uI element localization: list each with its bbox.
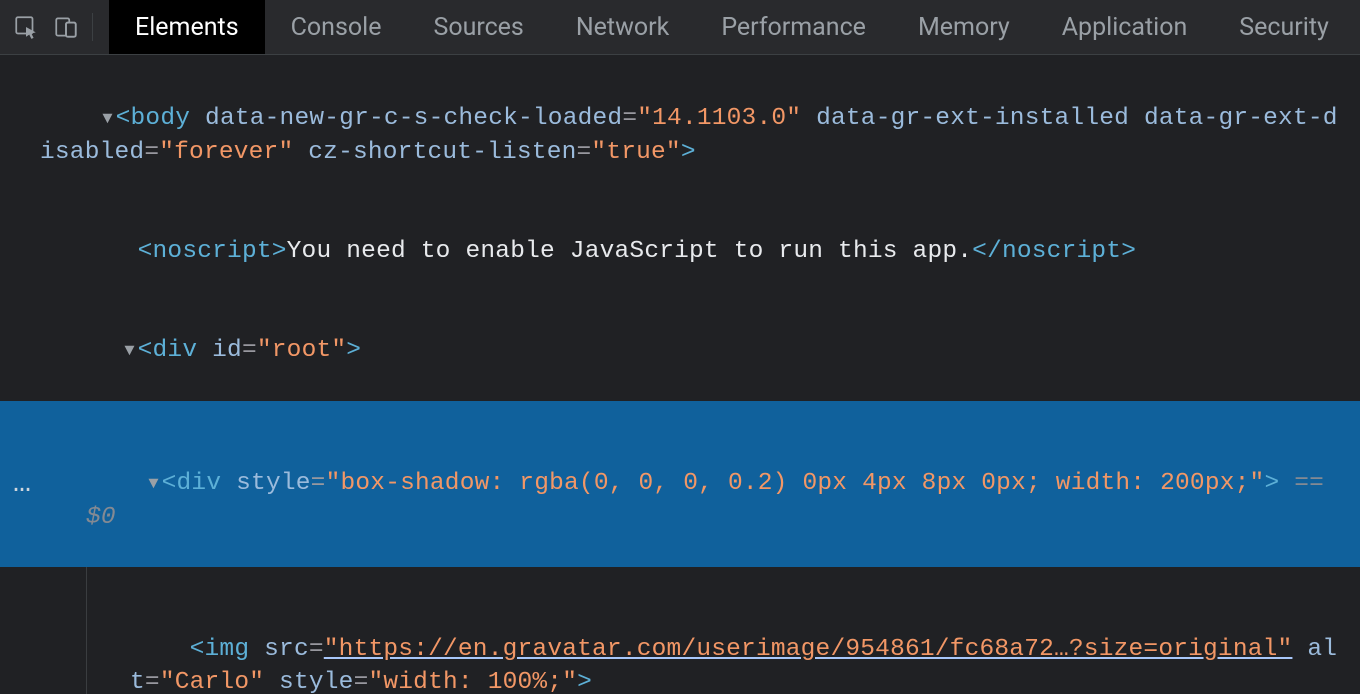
tab-label: Performance — [721, 13, 866, 42]
tab-label: Application — [1062, 13, 1188, 42]
tab-sources[interactable]: Sources — [407, 0, 549, 54]
tag-open: <body — [116, 105, 191, 132]
tab-label: Elements — [135, 13, 239, 42]
toolbar-separator — [92, 13, 93, 41]
dom-node-noscript[interactable]: <noscript>You need to enable JavaScript … — [0, 202, 1360, 301]
dom-node-root-div[interactable]: ▼<div id="root"> — [0, 301, 1360, 401]
tab-label: Network — [576, 13, 669, 42]
tab-label: Sources — [433, 13, 523, 42]
tab-label: Memory — [918, 13, 1010, 42]
chevron-down-icon: ▼ — [100, 103, 116, 136]
dom-node-body[interactable]: ▼<body data-new-gr-c-s-check-loaded="14.… — [0, 69, 1360, 202]
tab-application[interactable]: Application — [1036, 0, 1214, 54]
tab-performance[interactable]: Performance — [695, 0, 892, 54]
dom-node-selected[interactable]: … ▼<div style="box-shadow: rgba(0, 0, 0,… — [0, 401, 1360, 567]
tab-console[interactable]: Console — [265, 0, 408, 54]
chevron-down-icon: ▼ — [122, 335, 138, 368]
tab-memory[interactable]: Memory — [892, 0, 1036, 54]
device-toolbar-icon[interactable] — [48, 9, 84, 45]
tab-network[interactable]: Network — [550, 0, 695, 54]
inspect-element-icon[interactable] — [8, 9, 44, 45]
tab-label: Security — [1239, 13, 1329, 42]
chevron-down-icon: ▼ — [146, 468, 162, 501]
line-gutter[interactable]: … — [0, 401, 40, 567]
devtools-tabs: Elements Console Sources Network Perform… — [109, 0, 1355, 54]
dom-tree: ▼<body data-new-gr-c-s-check-loaded="14.… — [0, 55, 1360, 694]
tab-elements[interactable]: Elements — [109, 0, 265, 54]
tab-security[interactable]: Security — [1213, 0, 1355, 54]
tab-label: Console — [291, 13, 382, 42]
toolbar-icons — [0, 0, 109, 54]
dom-node-img[interactable]: <img src="https://en.gravatar.com/userim… — [0, 567, 1360, 694]
devtools-toolbar: Elements Console Sources Network Perform… — [0, 0, 1360, 55]
